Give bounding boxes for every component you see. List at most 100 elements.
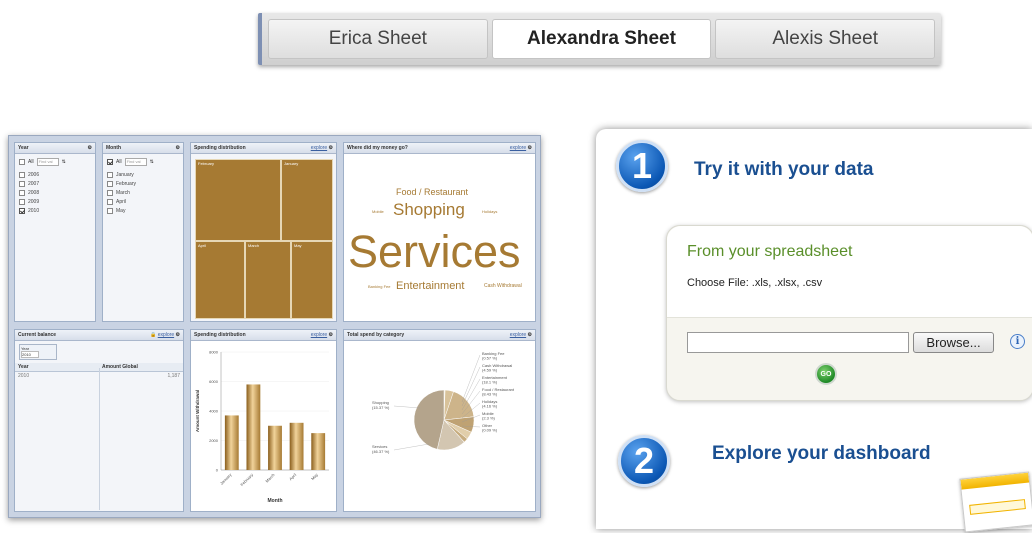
x-tick-label: March [264,472,275,483]
y-tick-label: 8000 [209,350,219,355]
sort-icon[interactable]: ⇅ [62,159,66,165]
bar[interactable] [311,433,326,470]
step-two-badge: 2 [618,435,670,487]
checkbox[interactable] [107,208,113,214]
step-one-title: Try it with your data [694,159,874,180]
filter-option: May [107,208,179,214]
filter-option: 2010 [19,208,91,214]
dashboard-screenshot: Year ⚙ All Find val ⇅ 2006 2007 2008 2009 2… [8,135,541,518]
pie-slice[interactable] [413,389,445,450]
bar[interactable] [224,415,239,470]
checkbox[interactable] [107,199,113,205]
bar[interactable] [268,425,282,470]
checkbox-checked[interactable] [19,208,25,214]
try-it-card: 1 Try it with your data From your spread… [596,129,1032,533]
current-balance-panel: Current balance 🔒 explore ⚙ Year 2010 Yea… [14,329,184,512]
treemap-cell[interactable]: February [195,159,281,241]
treemap-label: February [198,161,215,166]
bar[interactable] [289,422,304,470]
leader-line [393,443,430,451]
filter-option: 2007 [19,181,91,187]
go-button[interactable]: GO [815,363,837,385]
settings-icon[interactable]: ⚙ [329,145,333,151]
bar[interactable] [246,384,261,470]
explore-link[interactable]: explore [158,332,174,338]
year-filter-panel: Year ⚙ All Find val ⇅ 2006 2007 2008 2009 2… [14,142,96,322]
tab-erica-sheet[interactable]: Erica Sheet [268,19,488,59]
tab-alexandra-sheet[interactable]: Alexandra Sheet [491,19,712,59]
filter-option: February [107,181,179,187]
thumbnail-header [960,472,1030,490]
treemap-cell[interactable]: January [281,159,333,241]
filter-option: 2008 [19,190,91,196]
cloud-word[interactable]: Holidays [482,210,497,214]
checkbox[interactable] [19,172,25,178]
tab-alexis-sheet[interactable]: Alexis Sheet [715,19,936,59]
step-two-title: Explore your dashboard [712,443,931,464]
cloud-word[interactable]: Cash Withdrawal [484,284,522,289]
search-input[interactable]: Find val [36,158,59,166]
settings-icon[interactable]: ⚙ [176,332,180,338]
settings-icon[interactable]: ⚙ [528,332,532,338]
settings-icon[interactable]: ⚙ [329,332,333,338]
slice-percent: (8.43 %) [482,392,498,397]
cloud-word[interactable]: Services [348,229,521,274]
explore-link[interactable]: explore [510,332,526,338]
explore-link[interactable]: explore [311,332,327,338]
slice-percent: (46.37 %) [372,449,390,454]
explore-link[interactable]: explore [311,145,327,151]
sheet-tab-bar: Erica Sheet Alexandra Sheet Alexis Sheet [258,13,941,65]
explore-link[interactable]: explore [510,145,526,151]
y-tick-label: 6000 [209,379,219,384]
cloud-word[interactable]: Entertainment [396,281,464,292]
dashboard-thumbnail [959,471,1032,533]
y-tick-label: 2000 [209,438,219,443]
checkbox[interactable] [19,199,25,205]
treemap-cell[interactable]: March [245,241,291,319]
lock-icon: 🔒 [150,332,157,338]
thumbnail-field [969,499,1026,515]
settings-icon[interactable]: ⚙ [176,145,180,151]
browse-button[interactable]: Browse... [913,332,994,353]
file-path-input[interactable] [687,332,909,353]
upload-box: From your spreadsheet Choose File: .xls,… [666,225,1032,401]
chip-value[interactable]: 2010 [21,351,39,358]
cloud-word[interactable]: Banking Fee [368,285,390,289]
month-filter-panel: Month ⚙ All Find val ⇅ January February Mar… [102,142,184,322]
slice-percent: (18.1 %) [482,380,498,385]
slice-percent: (4.59 %) [482,368,498,373]
option-label: 2006 [28,172,40,178]
checkbox[interactable] [107,190,113,196]
cloud-word[interactable]: Shopping [393,201,465,218]
settings-icon[interactable]: ⚙ [528,145,532,151]
filter-option: 2009 [19,199,91,205]
checkbox[interactable] [107,172,113,178]
checkbox[interactable] [107,181,113,187]
cloud-word[interactable]: Mobile [372,210,384,214]
year-filter-chip[interactable]: Year 2010 [19,344,57,360]
search-input[interactable]: Find val [124,158,147,166]
sort-icon[interactable]: ⇅ [150,159,154,165]
treemap-cell[interactable]: April [195,241,245,319]
treemap-cell[interactable]: May [291,241,333,319]
checkbox[interactable] [19,181,25,187]
y-tick-label: 0 [216,468,219,473]
spending-treemap-panel: Spending distribution explore ⚙ February … [190,142,337,322]
x-tick-label: May [310,472,319,481]
leader-line [461,366,481,407]
panel-header: Spending distribution explore ⚙ [191,143,336,154]
slice-percent: (0.57 %) [482,356,498,361]
x-tick-label: April [288,472,297,481]
all-checkbox[interactable] [107,159,113,165]
x-tick-label: February [239,472,254,487]
x-tick-label: January [219,472,233,486]
panel-title: Total spend by category [347,332,405,338]
info-icon[interactable]: i [1010,334,1025,349]
cloud-word[interactable]: Food / Restaurant [396,188,468,197]
panel-title: Where did my money go? [347,145,408,151]
filter-option: March [107,190,179,196]
bar-chart: 0 2000 4000 6000 8000 January February March Apr… [195,350,329,504]
all-checkbox[interactable] [19,159,25,165]
settings-icon[interactable]: ⚙ [88,145,92,151]
checkbox[interactable] [19,190,25,196]
